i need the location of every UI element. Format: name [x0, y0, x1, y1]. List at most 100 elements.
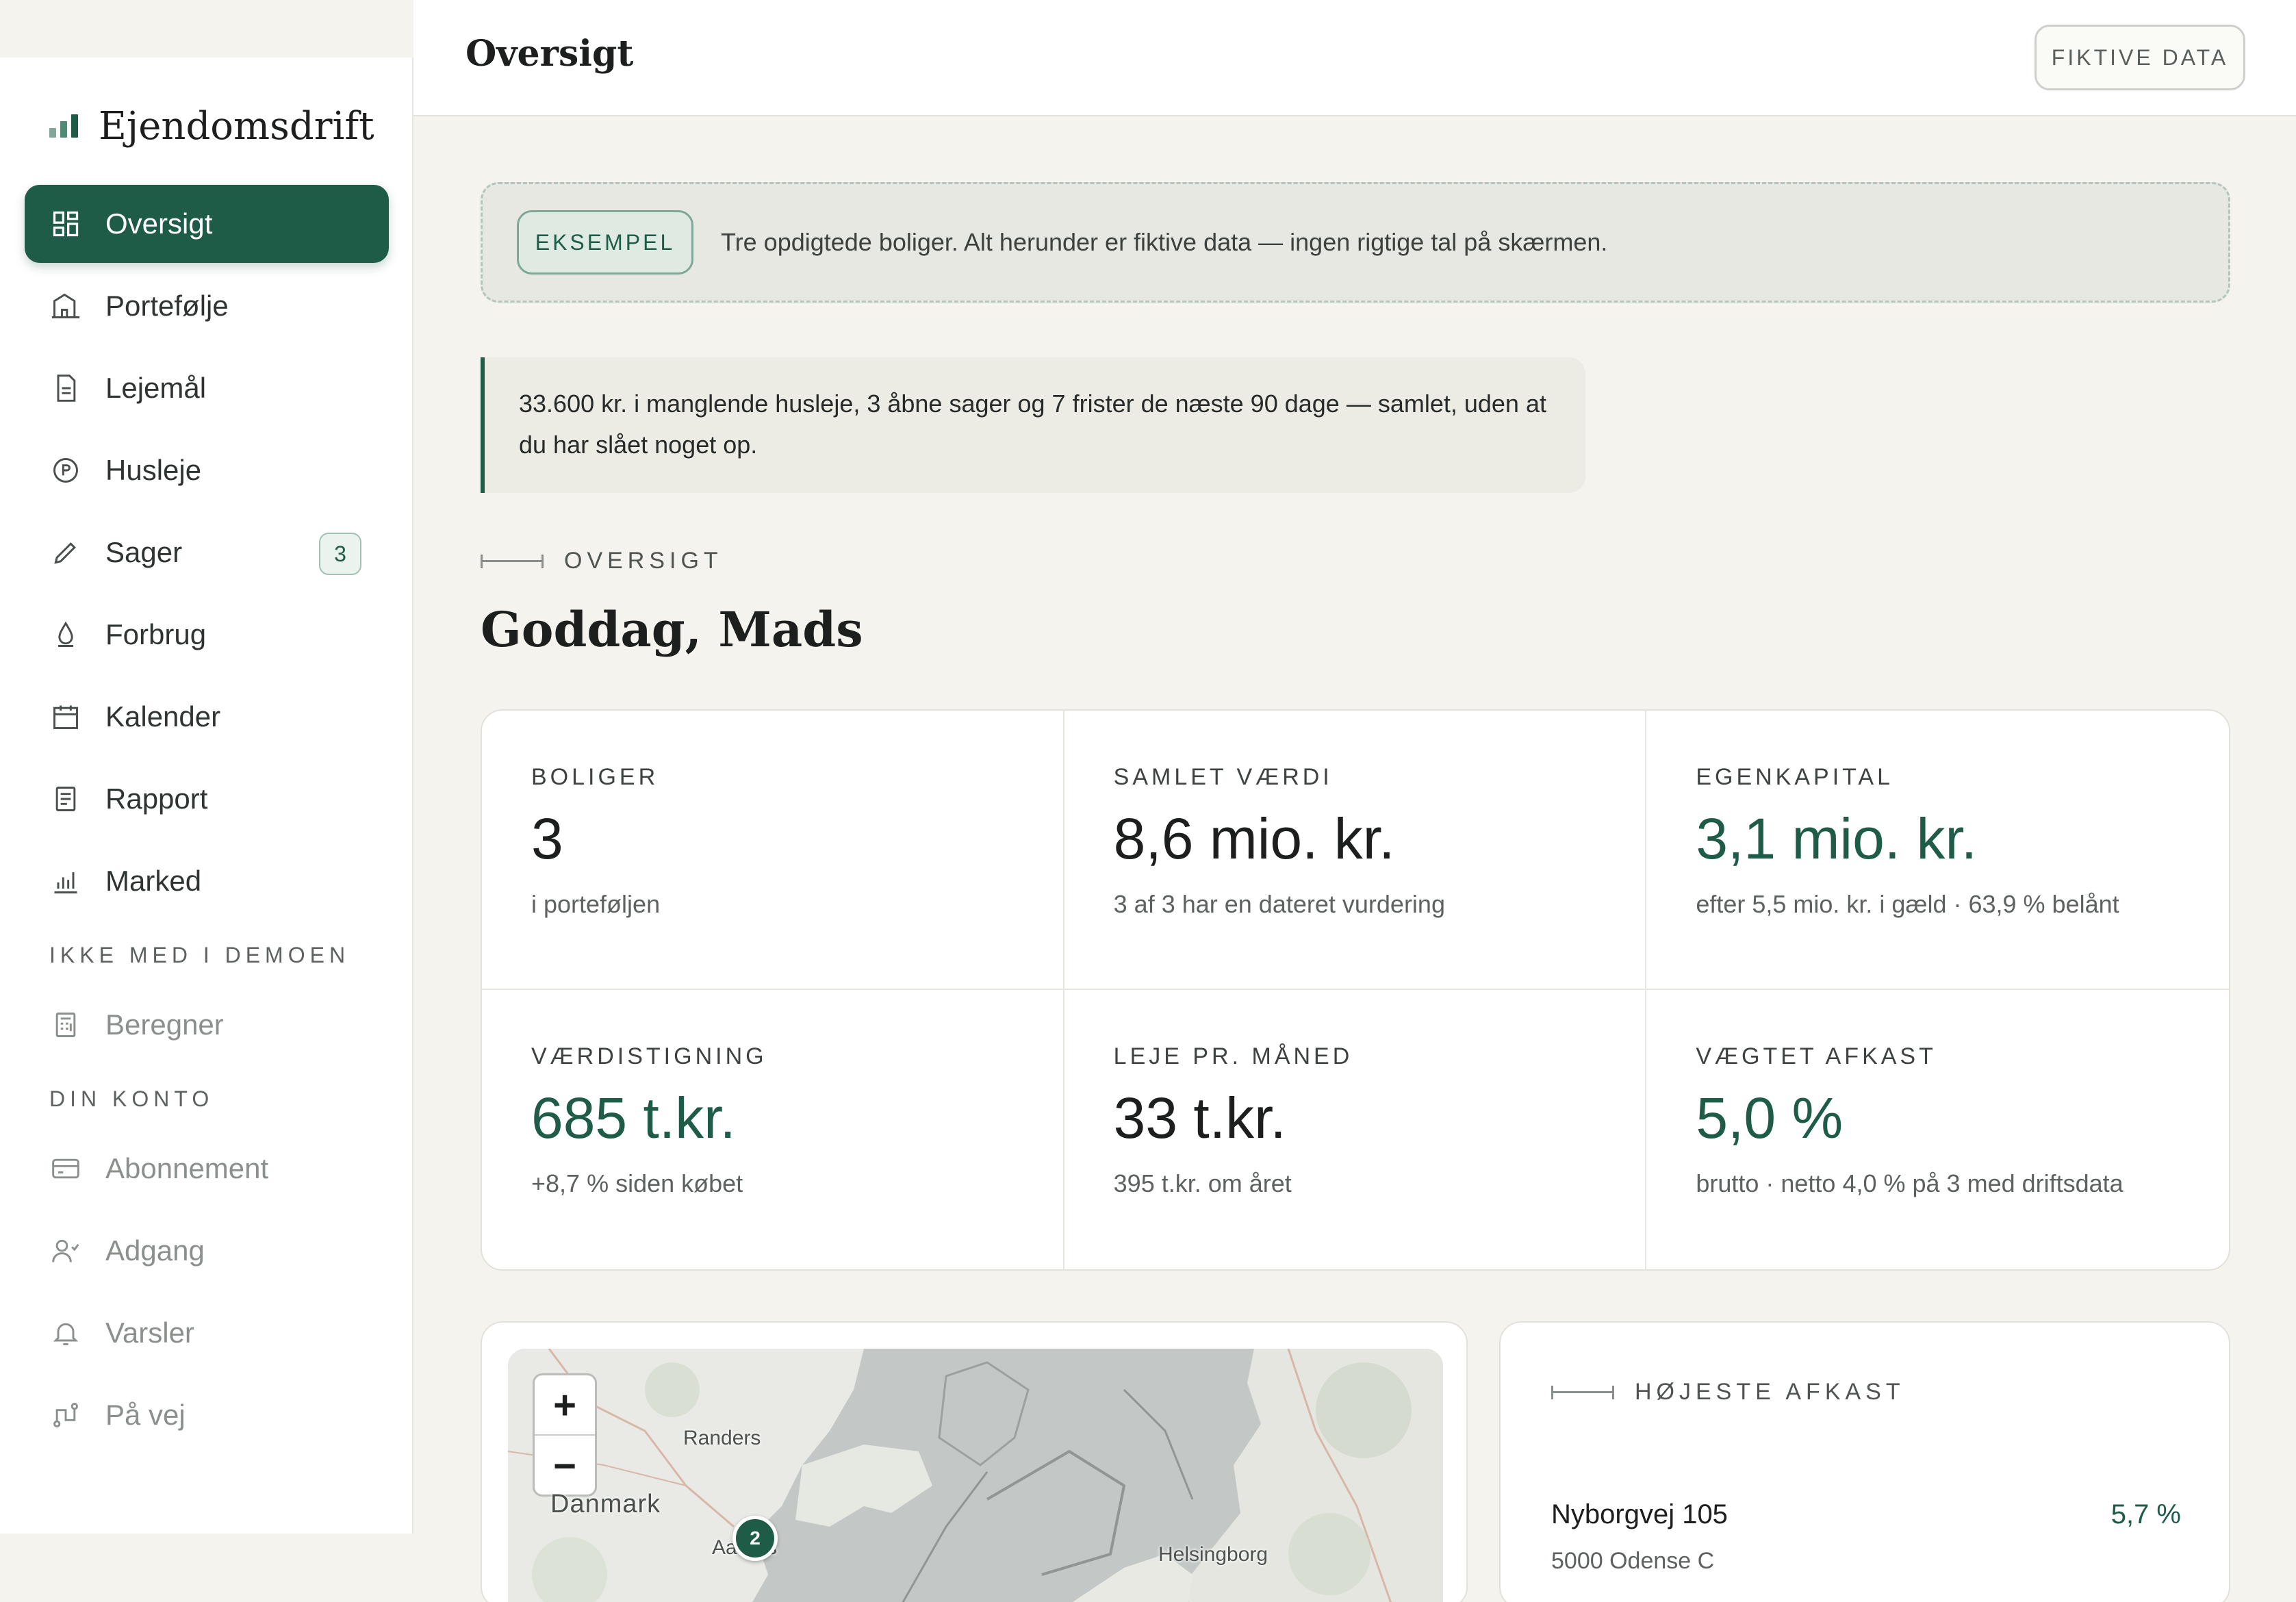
kpi-sub: +8,7 % siden købet — [531, 1169, 743, 1197]
sidebar-item-label: Oversigt — [105, 207, 213, 240]
user-access-icon — [51, 1236, 81, 1266]
summary-note-line: du har slået noget op. — [519, 431, 758, 459]
overview-section-heading: OVERSIGT — [481, 548, 723, 574]
sidebar-item-label: Portefølje — [105, 290, 229, 322]
brand-name: Ejendomsdrift — [99, 103, 374, 149]
sidebar-item-kalender[interactable]: Kalender — [25, 678, 389, 756]
sidebar-item-label: Adgang — [105, 1234, 205, 1267]
sidebar-item-label: Beregner — [105, 1008, 224, 1041]
top-return-heading: HØJESTE AFKAST — [1551, 1379, 1905, 1406]
example-text: Tre opdigtede boliger. Alt herunder er f… — [721, 228, 1608, 256]
section-rule-icon — [481, 554, 544, 568]
kpi-label: VÆGTET AFKAST — [1696, 1043, 1937, 1069]
sidebar-item-adgang[interactable]: Adgang — [25, 1212, 389, 1290]
map-card: + − Randers Danmark Aarhus Helsingborg 2 — [481, 1321, 1468, 1602]
page-title: Oversigt — [465, 33, 634, 75]
sidebar-item-husleje[interactable]: Husleje — [25, 431, 389, 509]
kpi-vaerdistigning: VÆRDISTIGNING 685 t.kr. +8,7 % siden køb… — [482, 990, 1064, 1269]
top-return-row[interactable]: Nyborgvej 105 5,7 % 5000 Odense C — [1551, 1499, 2181, 1575]
section-label: HØJESTE AFKAST — [1635, 1379, 1905, 1405]
calculator-icon — [51, 1010, 81, 1040]
map-label-randers: Randers — [683, 1427, 761, 1449]
example-banner: EKSEMPEL Tre opdigtede boliger. Alt heru… — [481, 182, 2230, 303]
bar-chart-icon — [51, 866, 81, 896]
sidebar-item-lejemal[interactable]: Lejemål — [25, 349, 389, 427]
bell-icon — [51, 1318, 81, 1348]
kpi-sub: efter 5,5 mio. kr. i gæld · 63,9 % belån… — [1696, 890, 2119, 918]
kpi-sub: 3 af 3 har en dateret vurdering — [1113, 890, 1445, 918]
building-icon — [51, 291, 81, 321]
section-label: OVERSIGT — [564, 548, 723, 574]
sidebar-item-label: Lejemål — [105, 372, 207, 404]
kpi-leje-pr-maaned: LEJE PR. MÅNED 33 t.kr. 395 t.kr. om åre… — [1064, 990, 1647, 1269]
kpi-sub: brutto · netto 4,0 % på 3 med driftsdata — [1696, 1169, 2123, 1197]
kpi-vaegtet-afkast: VÆGTET AFKAST 5,0 % brutto · netto 4,0 %… — [1646, 990, 2229, 1269]
droplet-icon — [51, 620, 81, 650]
document-icon — [51, 373, 81, 403]
section-account: DIN KONTO — [49, 1086, 214, 1111]
credit-card-icon — [51, 1154, 81, 1184]
sidebar-item-label: Marked — [105, 865, 202, 897]
top-bar: Oversigt FIKTIVE DATA — [413, 0, 2296, 116]
sidebar-item-label: Varsler — [105, 1317, 194, 1349]
dashboard-icon — [51, 209, 81, 239]
map-zoom-control: + − — [533, 1373, 597, 1497]
section-not-in-demo: IKKE MED I DEMOEN — [49, 942, 350, 967]
zoom-in-button[interactable]: + — [535, 1375, 595, 1436]
sidebar-item-rapport[interactable]: Rapport — [25, 760, 389, 838]
kpi-sub: 395 t.kr. om året — [1113, 1169, 1292, 1197]
kpi-value: 8,6 mio. kr. — [1113, 806, 1395, 871]
brand-logo-icon — [49, 114, 78, 138]
kpi-label: EGENKAPITAL — [1696, 764, 1893, 790]
sidebar-item-abonnement[interactable]: Abonnement — [25, 1130, 389, 1208]
sager-count-badge: 3 — [319, 533, 361, 575]
sidebar-nav: Oversigt Portefølje Lejemål Husleje Sage… — [25, 185, 389, 1458]
map-label-helsingborg: Helsingborg — [1158, 1543, 1268, 1566]
section-rule-icon — [1551, 1385, 1614, 1399]
sidebar-item-label: Husleje — [105, 454, 202, 486]
map-cluster-marker[interactable]: 2 — [732, 1516, 778, 1561]
sidebar-item-portefolje[interactable]: Portefølje — [25, 267, 389, 345]
sidebar-item-oversigt[interactable]: Oversigt — [25, 185, 389, 263]
kpi-samlet-vaerdi: SAMLET VÆRDI 8,6 mio. kr. 3 af 3 har en … — [1064, 711, 1647, 990]
pencil-icon — [51, 537, 81, 568]
sidebar-item-label: På vej — [105, 1399, 186, 1431]
property-city: 5000 Odense C — [1551, 1548, 1715, 1574]
map-terrain — [508, 1349, 1443, 1602]
kpi-egenkapital: EGENKAPITAL 3,1 mio. kr. efter 5,5 mio. … — [1646, 711, 2229, 990]
top-return-card: HØJESTE AFKAST Nyborgvej 105 5,7 % 5000 … — [1499, 1321, 2230, 1602]
sidebar-item-sager[interactable]: Sager 3 — [25, 513, 389, 592]
property-address: Nyborgvej 105 — [1551, 1499, 1728, 1529]
brand[interactable]: Ejendomsdrift — [49, 99, 374, 153]
portfolio-map[interactable]: + − Randers Danmark Aarhus Helsingborg 2 — [508, 1349, 1443, 1602]
sidebar-item-beregner[interactable]: Beregner — [25, 986, 389, 1064]
sidebar-item-pa-vej[interactable]: På vej — [25, 1376, 389, 1454]
sidebar-item-label: Kalender — [105, 700, 221, 733]
kpi-label: VÆRDISTIGNING — [531, 1043, 767, 1069]
route-icon — [51, 1400, 81, 1430]
kpi-value: 3 — [531, 806, 563, 871]
map-label-denmark: Danmark — [550, 1490, 661, 1518]
kpi-value: 33 t.kr. — [1113, 1086, 1286, 1150]
zoom-out-button[interactable]: − — [535, 1436, 595, 1495]
kpi-value: 3,1 mio. kr. — [1696, 806, 1978, 871]
kpi-value: 685 t.kr. — [531, 1086, 736, 1150]
sidebar-item-label: Forbrug — [105, 618, 207, 650]
summary-note-line: 33.600 kr. i manglende husleje, 3 åbne s… — [519, 390, 1546, 418]
sidebar-item-label: Abonnement — [105, 1152, 269, 1184]
kpi-label: BOLIGER — [531, 764, 659, 790]
coin-icon — [51, 455, 81, 485]
sidebar-item-varsler[interactable]: Varsler — [25, 1294, 389, 1372]
report-icon — [51, 784, 81, 814]
sidebar-item-marked[interactable]: Marked — [25, 842, 389, 920]
summary-note: 33.600 kr. i manglende husleje, 3 åbne s… — [481, 357, 1585, 493]
kpi-boliger: BOLIGER 3 i porteføljen — [482, 711, 1064, 990]
kpi-grid: BOLIGER 3 i porteføljen SAMLET VÆRDI 8,6… — [481, 709, 2230, 1271]
sidebar-item-forbrug[interactable]: Forbrug — [25, 596, 389, 674]
greeting: Goddag, Mads — [481, 601, 863, 658]
calendar-icon — [51, 702, 81, 732]
sidebar-item-label: Rapport — [105, 783, 208, 815]
property-return: 5,7 % — [2110, 1499, 2181, 1529]
kpi-value: 5,0 % — [1696, 1086, 1844, 1150]
kpi-label: SAMLET VÆRDI — [1113, 764, 1333, 790]
